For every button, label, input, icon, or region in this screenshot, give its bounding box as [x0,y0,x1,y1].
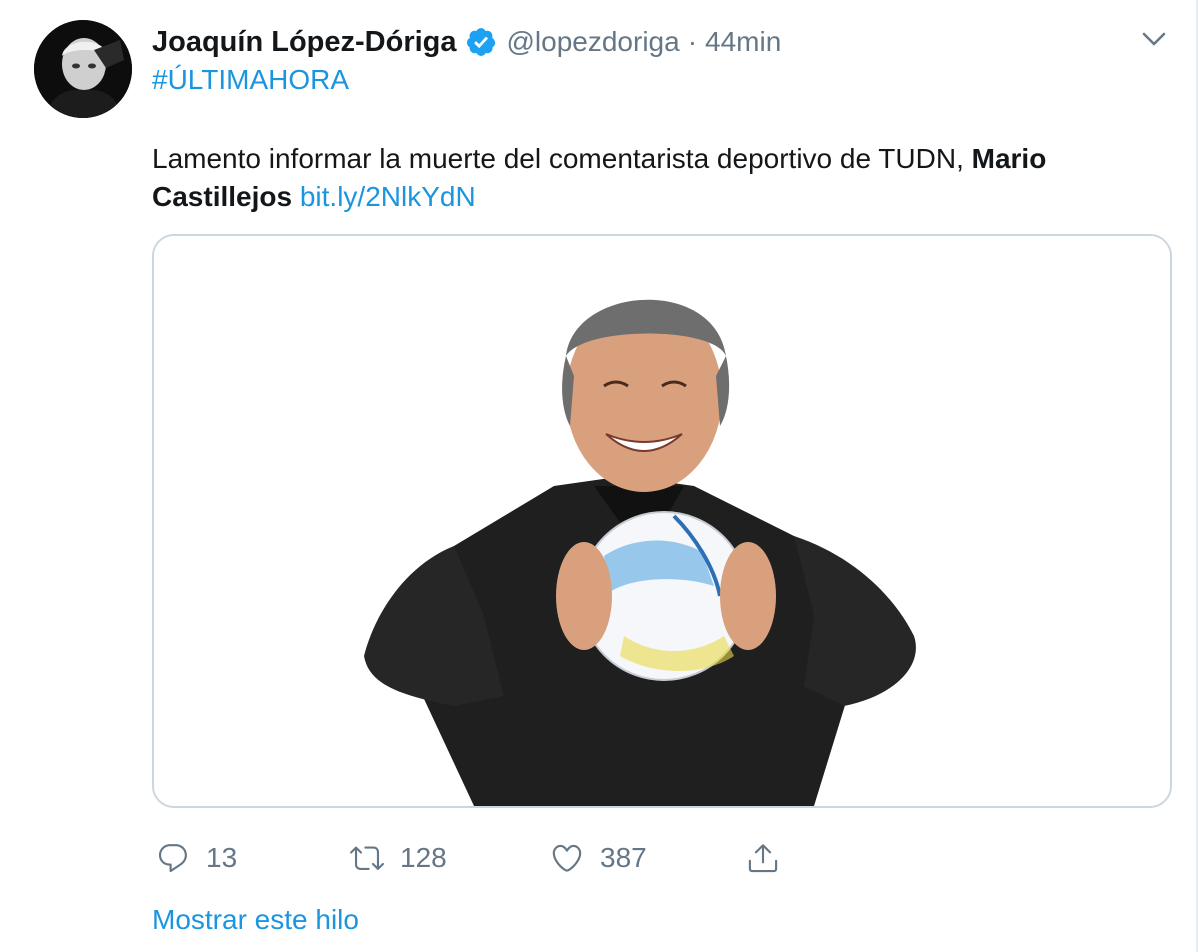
author-name[interactable]: Joaquín López-Dóriga [152,26,457,59]
tweet-link[interactable]: bit.ly/2NlkYdN [300,181,476,212]
author-handle[interactable]: @lopezdoriga [507,26,680,58]
share-button[interactable] [746,836,780,880]
tweet-text-plain: Lamento informar la muerte del comentari… [152,143,964,174]
retweet-count: 128 [400,842,447,873]
hashtag-link[interactable]: #ÚLTIMAHORA [152,64,349,96]
tweet-media-image[interactable] [152,234,1172,808]
reply-button[interactable]: 13 [156,836,237,880]
separator-dot: · [687,26,698,57]
avatar[interactable] [34,20,132,118]
retweet-icon [350,846,384,870]
tweet-actions: 13 128 387 [152,836,852,880]
tweet-header: Joaquín López-Dóriga @lopezdoriga · 44mi… [152,22,781,62]
verified-badge-icon [465,26,497,58]
show-thread-link[interactable]: Mostrar este hilo [152,904,359,936]
like-icon [552,844,582,872]
like-button[interactable]: 387 [550,836,647,880]
share-icon [748,844,778,873]
retweet-button[interactable]: 128 [350,836,447,880]
tweet-text: Lamento informar la muerte del comentari… [152,140,1162,216]
reply-icon [158,844,187,873]
reply-count: 13 [206,842,238,873]
tweet: Joaquín López-Dóriga @lopezdoriga · 44mi… [0,0,1198,952]
chevron-down-icon[interactable] [1140,28,1168,50]
like-count: 387 [600,842,647,873]
timestamp[interactable]: 44min [705,26,781,58]
